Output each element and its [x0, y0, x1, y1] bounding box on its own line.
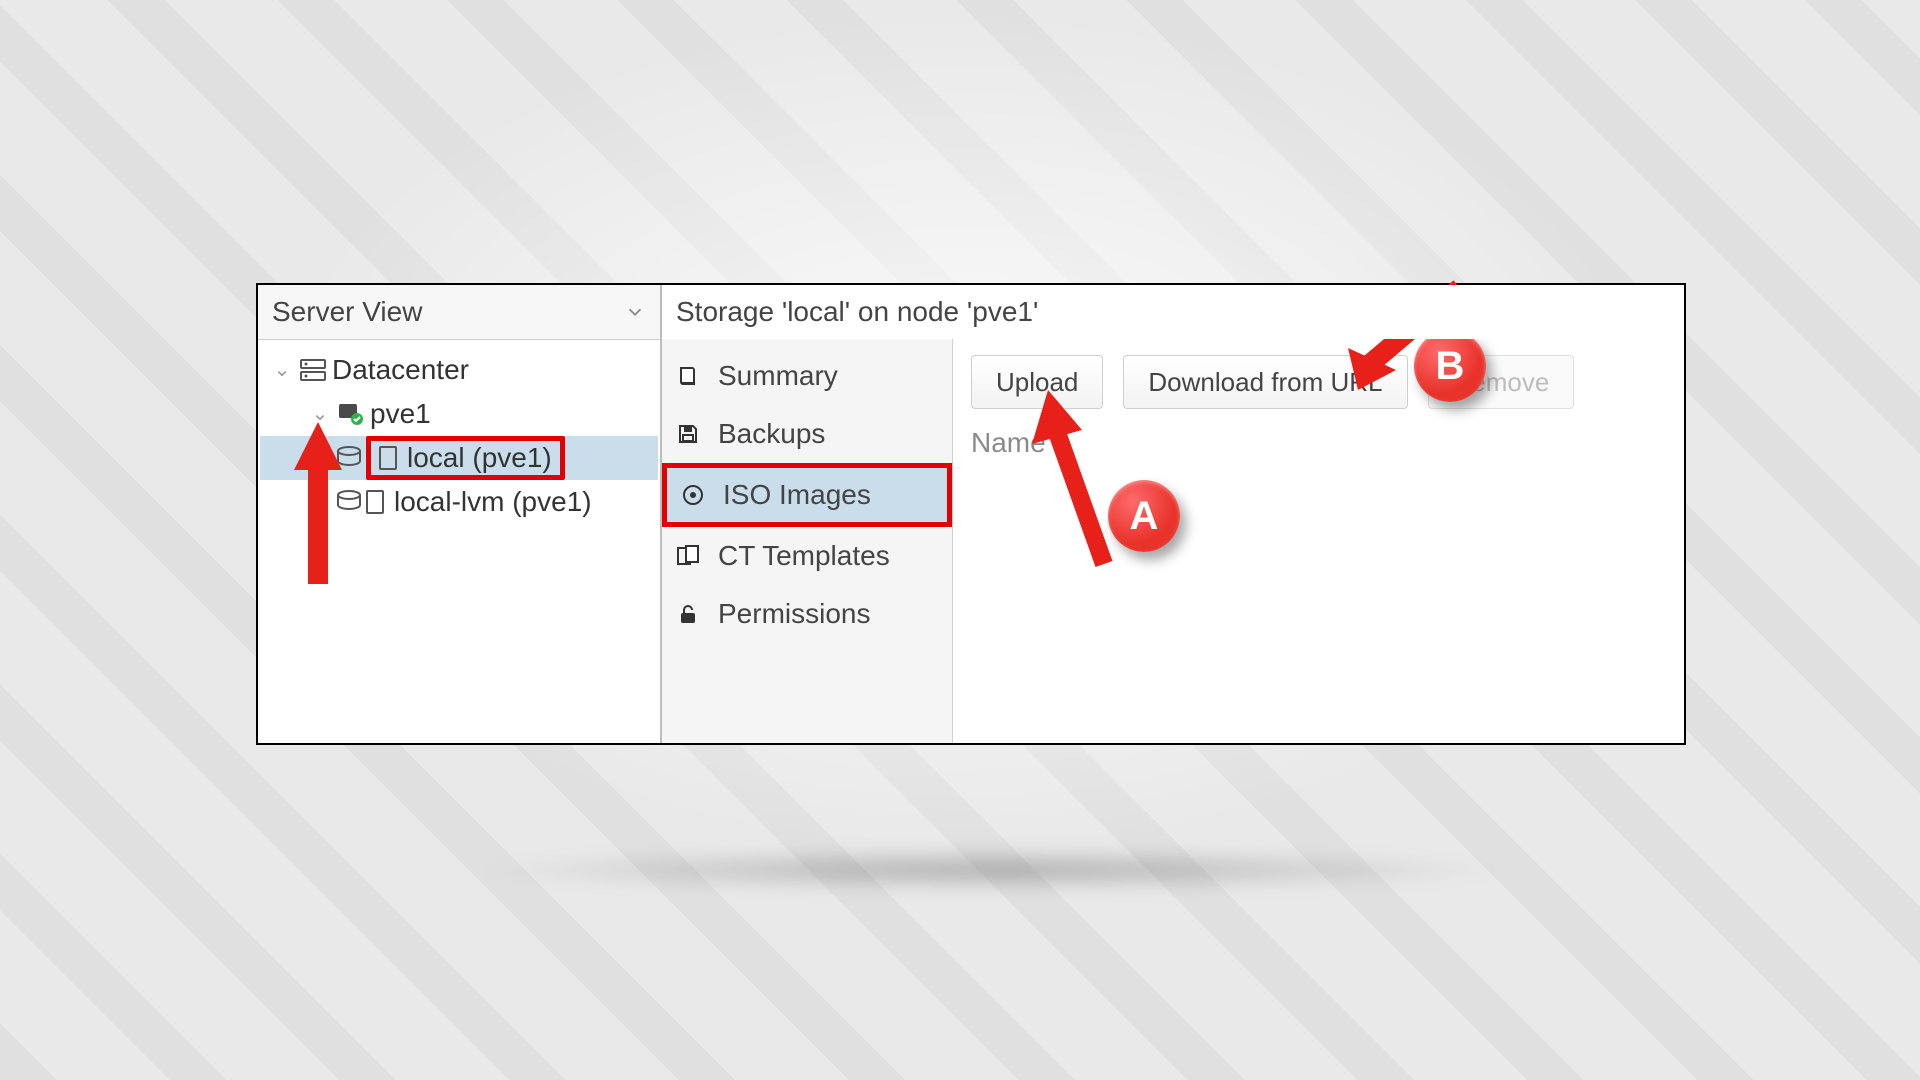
storage-title: Storage 'local' on node 'pve1' — [662, 285, 1684, 339]
app-panel: Server View ⌄ Datacenter ⌄ pve1 — [256, 283, 1686, 745]
tree-item-node-pve1[interactable]: ⌄ pve1 — [260, 392, 658, 436]
highlight-box-local: local (pve1) — [366, 436, 565, 480]
panel-shadow — [250, 840, 1730, 900]
node-online-icon — [334, 402, 368, 426]
tree-item-label: local-lvm (pve1) — [392, 480, 592, 525]
book-icon — [676, 364, 704, 388]
tree-item-label: local (pve1) — [405, 436, 552, 481]
floppy-icon — [676, 422, 704, 446]
column-label: Name — [971, 427, 1046, 458]
subnav-label: Backups — [718, 418, 825, 450]
server-tree-panel: Server View ⌄ Datacenter ⌄ pve1 — [258, 285, 662, 743]
tree-item-storage-local-lvm[interactable]: local-lvm (pve1) — [260, 480, 658, 524]
tree-item-label: pve1 — [368, 392, 431, 437]
tree-header[interactable]: Server View — [258, 285, 660, 340]
server-icon — [296, 359, 330, 381]
table-column-name[interactable]: Name — [971, 427, 1046, 459]
subnav-label: Permissions — [718, 598, 870, 630]
remove-button[interactable]: Remove — [1428, 355, 1575, 409]
tree-item-label: Datacenter — [330, 348, 469, 393]
content-area: Upload Download from URL Remove Name — [953, 285, 1684, 743]
tree-item-storage-local[interactable]: local (pve1) — [260, 436, 658, 480]
content-toolbar: Upload Download from URL Remove — [953, 347, 1684, 417]
chevron-down-icon: ⌄ — [268, 354, 296, 386]
chevron-down-icon — [624, 301, 646, 323]
button-label: Download from URL — [1148, 367, 1382, 398]
subnav-backups[interactable]: Backups — [662, 405, 952, 463]
download-from-url-button[interactable]: Download from URL — [1123, 355, 1407, 409]
subnav-permissions[interactable]: Permissions — [662, 585, 952, 643]
subnav-label: CT Templates — [718, 540, 890, 572]
storage-icon — [332, 490, 366, 514]
tree-body: ⌄ Datacenter ⌄ pve1 local (pve1 — [258, 340, 660, 532]
tree-item-datacenter[interactable]: ⌄ Datacenter — [260, 348, 658, 392]
template-icon — [676, 544, 704, 568]
subnav-label: ISO Images — [723, 479, 871, 511]
storage-title-label: Storage 'local' on node 'pve1' — [676, 296, 1038, 328]
disc-icon — [681, 483, 709, 507]
button-label: Remove — [1453, 367, 1550, 398]
chevron-down-icon: ⌄ — [306, 398, 334, 430]
storage-icon — [332, 446, 366, 470]
button-label: Upload — [996, 367, 1078, 398]
subnav-ct-templates[interactable]: CT Templates — [662, 527, 952, 585]
page-icon — [379, 446, 397, 470]
storage-subnav: Summary Backups ISO Images CT Templates — [662, 285, 953, 743]
unlock-icon — [676, 602, 704, 626]
upload-button[interactable]: Upload — [971, 355, 1103, 409]
tree-header-label: Server View — [272, 296, 422, 328]
subnav-label: Summary — [718, 360, 838, 392]
page-icon — [366, 490, 384, 514]
subnav-iso-images[interactable]: ISO Images — [662, 463, 952, 527]
subnav-summary[interactable]: Summary — [662, 347, 952, 405]
